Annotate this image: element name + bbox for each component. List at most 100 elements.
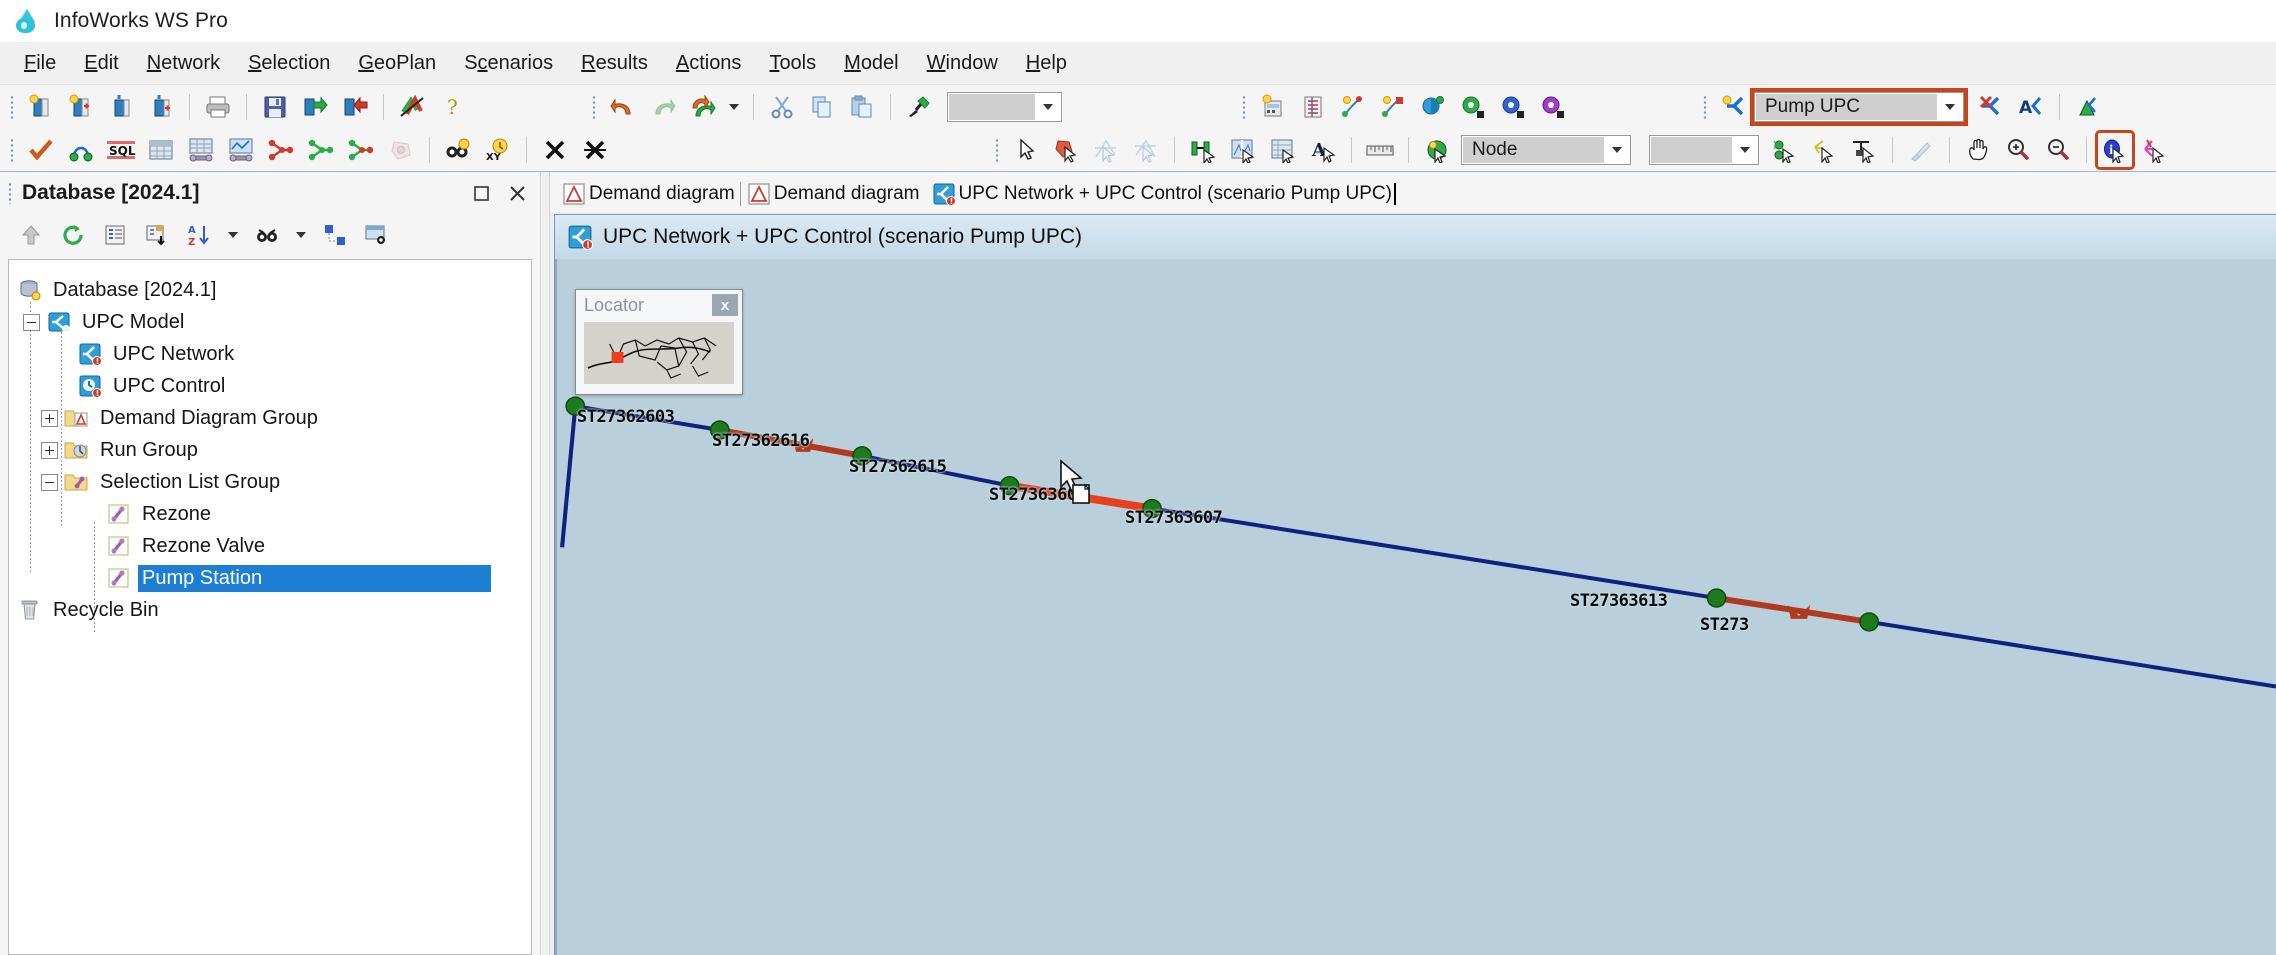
menu-edit[interactable]: Edit [70,48,132,79]
redo-dropdown-arrow-icon[interactable] [729,104,739,110]
toolbar-grip-2[interactable] [592,95,596,119]
scenario-compare-icon[interactable] [1336,90,1370,124]
properties-icon[interactable] [99,219,131,251]
validate-network-icon[interactable] [395,90,429,124]
trace-tool-icon[interactable] [2138,133,2172,167]
eyedropper-icon[interactable] [1904,133,1938,167]
secondary-combo[interactable] [1649,135,1759,165]
info-tool-icon[interactable]: i [2095,130,2135,170]
refresh-icon[interactable] [57,219,89,251]
toolbar-grip-5[interactable] [10,138,14,162]
settings-blue-icon[interactable] [1496,90,1530,124]
style-combo[interactable] [947,92,1062,122]
tree-item-database[interactable]: Database [2024.1] [9,274,531,306]
menu-selection[interactable]: Selection [234,48,344,79]
run-simulation-icon[interactable] [1256,90,1290,124]
results-grid-icon[interactable] [1296,90,1330,124]
object-type-arrow-icon[interactable] [1604,136,1630,164]
polygon-select-icon[interactable] [384,133,418,167]
select-red-icon[interactable] [264,133,298,167]
scenario-icon[interactable] [1717,90,1751,124]
maximize-icon[interactable] [468,180,494,206]
grid-pipe-icon[interactable] [184,133,218,167]
tab-upc-network-upc-control[interactable]: ! UPC Network + UPC Control (scenario Pu… [925,176,1402,212]
object-type-icon[interactable] [1420,133,1454,167]
geoplan-canvas[interactable]: ST27362603 ST27362616 ST27362615 ST27363… [555,259,2276,955]
scenario-combo[interactable]: Pump UPC [1754,92,1964,122]
split-link-icon[interactable] [1226,133,1260,167]
pan-hand-icon[interactable] [1961,133,1995,167]
tree-item-selection-list-group[interactable]: Selection List Group [9,466,531,498]
new-database-item-icon[interactable] [64,90,98,124]
cut-icon[interactable] [765,90,799,124]
text-annotate-icon[interactable]: A [1306,133,1340,167]
close-x-icon[interactable] [538,133,572,167]
menu-window[interactable]: Window [913,48,1012,79]
up-level-icon[interactable] [15,219,47,251]
tree-item-rezone-valve[interactable]: Rezone Valve [9,530,531,562]
merge-link-icon[interactable] [1266,133,1300,167]
pointer-select-icon[interactable] [1009,133,1043,167]
scenario-flag-icon[interactable] [1376,90,1410,124]
settings-green-icon[interactable] [1456,90,1490,124]
tab-demand-diagram-2[interactable]: Demand diagram [740,176,926,212]
redo-list-icon[interactable] [686,90,720,124]
tree-item-pump-station[interactable]: Pump Station [9,562,531,594]
locator-panel[interactable]: Locator x [575,289,743,395]
tree-item-demand-diagram-group[interactable]: Demand Diagram Group [9,402,531,434]
secondary-combo-arrow-icon[interactable] [1732,136,1758,164]
measure-pipe-icon[interactable] [1186,133,1220,167]
details-icon[interactable] [361,219,393,251]
tree-expander-plus-icon[interactable] [41,409,58,427]
group-icon[interactable] [319,219,351,251]
toolbar-grip-4[interactable] [1703,95,1707,119]
scenario-combo-arrow-icon[interactable] [1937,93,1963,121]
polygon-select-red-icon[interactable] [1049,133,1083,167]
snap-label-icon[interactable] [1847,133,1881,167]
open-database-item-icon[interactable] [144,90,178,124]
revert-icon[interactable] [338,90,372,124]
menu-actions[interactable]: Actions [662,48,756,79]
menu-geoplan[interactable]: GeoPlan [344,48,450,79]
ruler-icon[interactable] [1363,133,1397,167]
menu-network[interactable]: Network [133,48,234,79]
toolbar-grip-6[interactable] [995,138,999,162]
snap-node-icon[interactable] [1767,133,1801,167]
tree-expander-minus-icon[interactable] [41,473,58,491]
menu-model[interactable]: Model [830,48,912,79]
tree-item-upc-control[interactable]: ! UPC Control [9,370,531,402]
tree-expander-plus-icon[interactable] [41,441,58,459]
toolbar-grip-3[interactable] [1242,95,1246,119]
sort-dropdown-icon[interactable] [228,232,238,238]
redo-icon[interactable] [646,90,680,124]
dock-grip[interactable] [8,182,12,204]
style-combo-arrow-icon[interactable] [1035,93,1061,121]
select-lasso-disabled-icon[interactable] [1089,133,1123,167]
copy-icon[interactable] [805,90,839,124]
select-greenred-icon[interactable] [344,133,378,167]
database-tree[interactable]: Database [2024.1] UPC Model ! UPC Networ… [8,259,532,955]
find-dropdown-icon[interactable] [296,232,306,238]
clear-selection-icon[interactable] [578,133,612,167]
help-question-icon[interactable]: ? [435,90,469,124]
open-database-icon[interactable] [104,90,138,124]
find-icon[interactable] [441,133,475,167]
tab-demand-diagram-1[interactable]: Demand diagram [556,176,741,212]
zoom-in-icon[interactable] [2001,133,2035,167]
find-xy-icon[interactable]: XY [481,133,515,167]
grid-table-icon[interactable] [144,133,178,167]
print-icon[interactable] [201,90,235,124]
snap-star-icon[interactable] [1807,133,1841,167]
menu-tools[interactable]: Tools [755,48,830,79]
toolbar-grip[interactable] [10,95,14,119]
menu-file[interactable]: File [10,48,70,79]
rename-scenario-icon[interactable]: A [2014,90,2048,124]
tree-item-run-group[interactable]: Run Group [9,434,531,466]
tree-item-recycle-bin[interactable]: Recycle Bin [9,594,531,626]
new-database-icon[interactable] [24,90,58,124]
delete-scenario-icon[interactable] [1974,90,2008,124]
zoom-out-icon[interactable] [2041,133,2075,167]
theme-icon[interactable] [1416,90,1450,124]
validate-tick-icon[interactable] [24,133,58,167]
dock-splitter[interactable] [540,172,550,955]
